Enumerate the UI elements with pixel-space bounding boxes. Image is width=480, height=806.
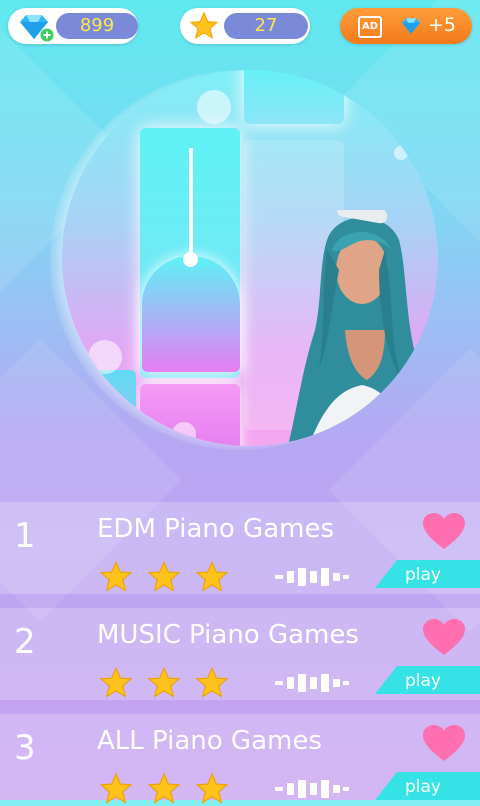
favorite-heart-icon[interactable]	[422, 724, 466, 762]
song-title: MUSIC Piano Games	[97, 620, 359, 650]
play-label: play	[405, 565, 441, 585]
piano-tile	[62, 370, 136, 440]
song-number: 3	[14, 728, 36, 768]
gems-value: 899	[56, 13, 138, 39]
equalizer-icon	[275, 674, 349, 692]
song-row[interactable]: 3 ALL Piano Games play	[0, 714, 480, 806]
diamond-icon	[401, 18, 421, 34]
song-number: 1	[14, 516, 36, 556]
song-title: ALL Piano Games	[97, 726, 322, 756]
bubble	[88, 340, 122, 374]
hold-line	[189, 148, 193, 260]
rating-star-icon	[147, 666, 181, 698]
ad-icon: AD	[358, 16, 382, 38]
artist-photo	[287, 210, 438, 446]
play-label: play	[405, 777, 441, 797]
song-row[interactable]: 1 EDM Piano Games play	[0, 502, 480, 594]
piano-tile	[244, 70, 344, 124]
rating-star-icon	[147, 772, 181, 804]
rating-star-icon	[195, 560, 229, 592]
rating-star-icon	[99, 666, 133, 698]
bubble	[394, 146, 408, 160]
hold-dot	[183, 252, 198, 267]
rating-star-icon	[147, 560, 181, 592]
hero-artwork	[62, 70, 438, 446]
watch-ad-button[interactable]: AD +5	[340, 8, 472, 44]
play-label: play	[405, 671, 441, 691]
bubble	[197, 90, 231, 124]
ad-reward: +5	[427, 14, 456, 36]
rating-star-icon	[99, 560, 133, 592]
favorite-heart-icon[interactable]	[422, 512, 466, 550]
rating-star-icon	[195, 666, 229, 698]
star-icon	[189, 11, 219, 39]
favorite-heart-icon[interactable]	[422, 618, 466, 656]
rating-star-icon	[195, 772, 229, 804]
equalizer-icon	[275, 568, 349, 586]
piano-tile-hold	[142, 256, 240, 372]
stars-value: 27	[224, 13, 308, 39]
song-row[interactable]: 2 MUSIC Piano Games play	[0, 608, 480, 700]
bubble	[172, 422, 196, 446]
stars-counter: 27	[180, 8, 310, 44]
gems-counter[interactable]: 899	[8, 8, 138, 44]
diamond-plus-icon	[20, 15, 54, 42]
song-title: EDM Piano Games	[97, 514, 335, 544]
rating-star-icon	[99, 772, 133, 804]
equalizer-icon	[275, 780, 349, 798]
song-number: 2	[14, 622, 36, 662]
